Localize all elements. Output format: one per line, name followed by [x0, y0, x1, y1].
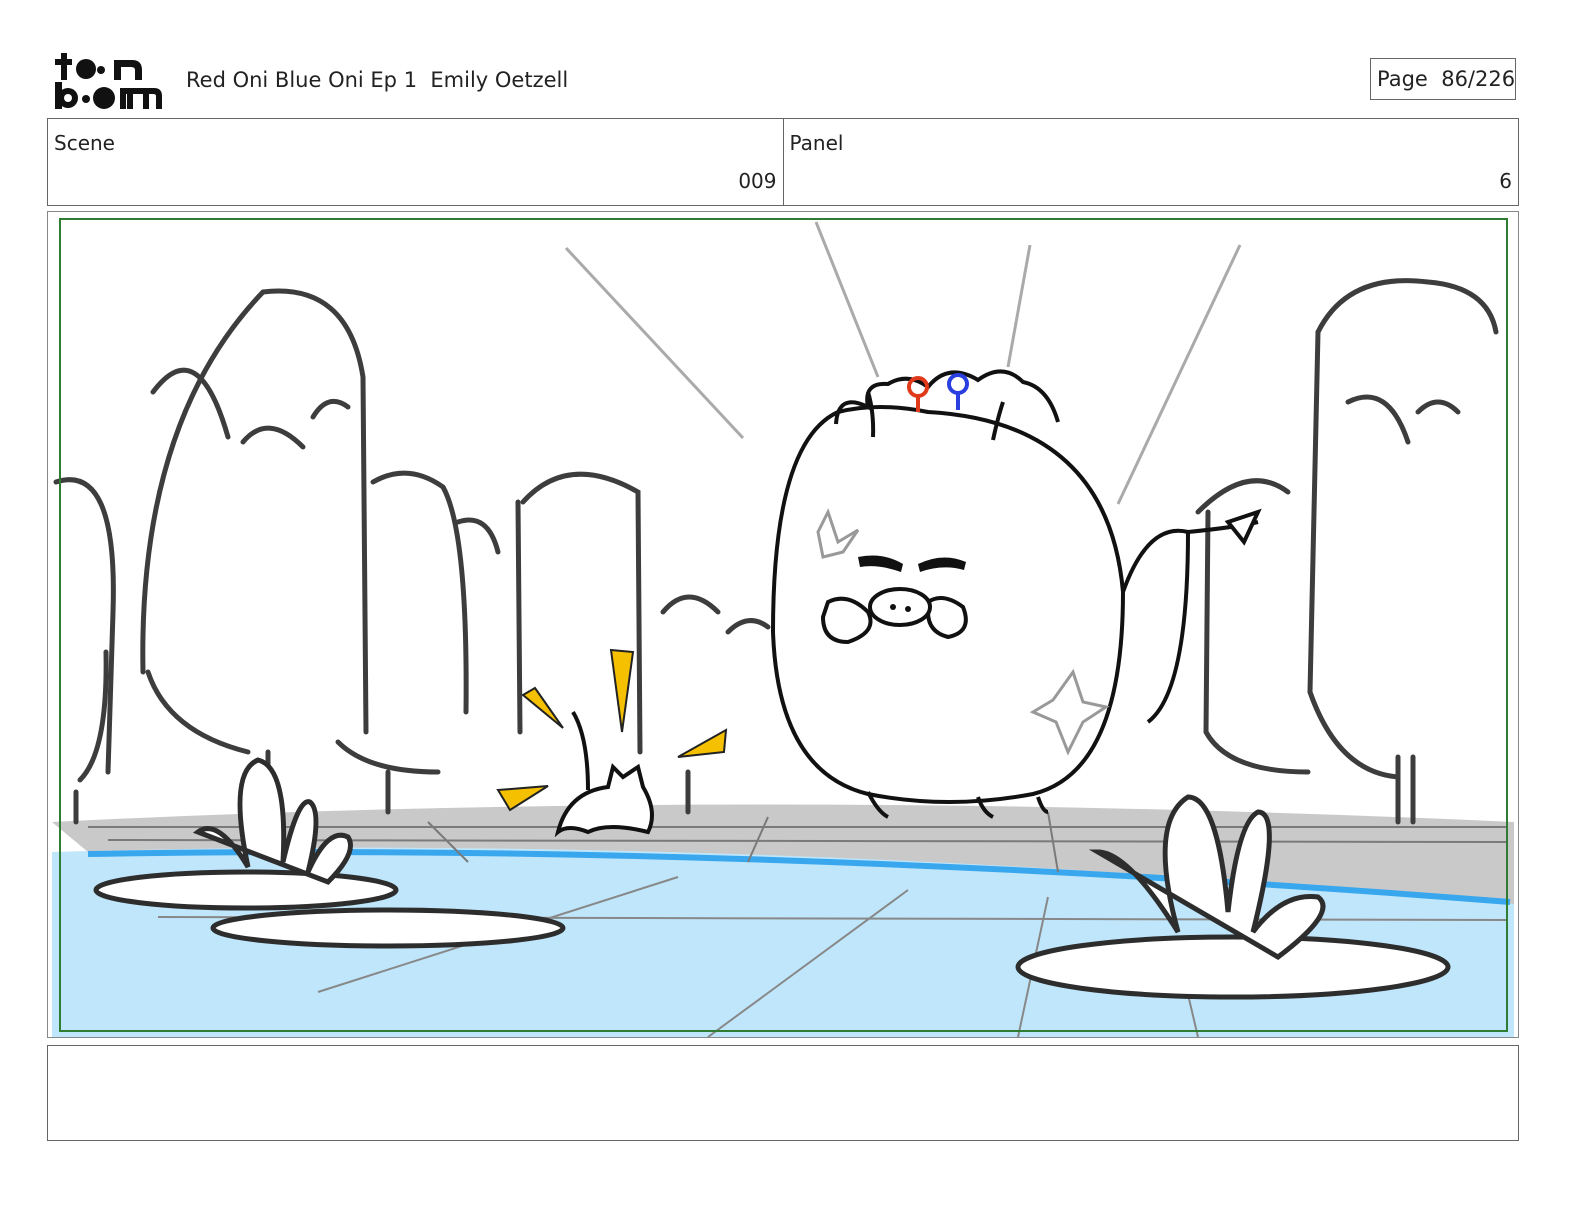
panel-number: 6	[1499, 169, 1512, 193]
storyboard-title: Red Oni Blue Oni Ep 1 Emily Oetzell	[186, 68, 569, 92]
scene-label: Scene	[54, 131, 115, 155]
page-indicator: Page 86/226	[1370, 58, 1516, 100]
panel-cell: Panel 6	[782, 119, 1519, 205]
scene-cell: Scene 009	[48, 119, 783, 205]
scene-panel-info: Scene 009 Panel 6	[47, 118, 1519, 206]
panel-label: Panel	[789, 131, 844, 155]
storyboard-panel-image	[47, 211, 1519, 1038]
panel-notes-box	[47, 1045, 1519, 1141]
page-label: Page	[1377, 67, 1428, 91]
scene-number: 009	[738, 169, 777, 193]
page-number: 86/226	[1441, 67, 1516, 91]
panel-drawing	[52, 218, 1514, 1037]
toonboom-logo: toonboom	[55, 53, 162, 109]
